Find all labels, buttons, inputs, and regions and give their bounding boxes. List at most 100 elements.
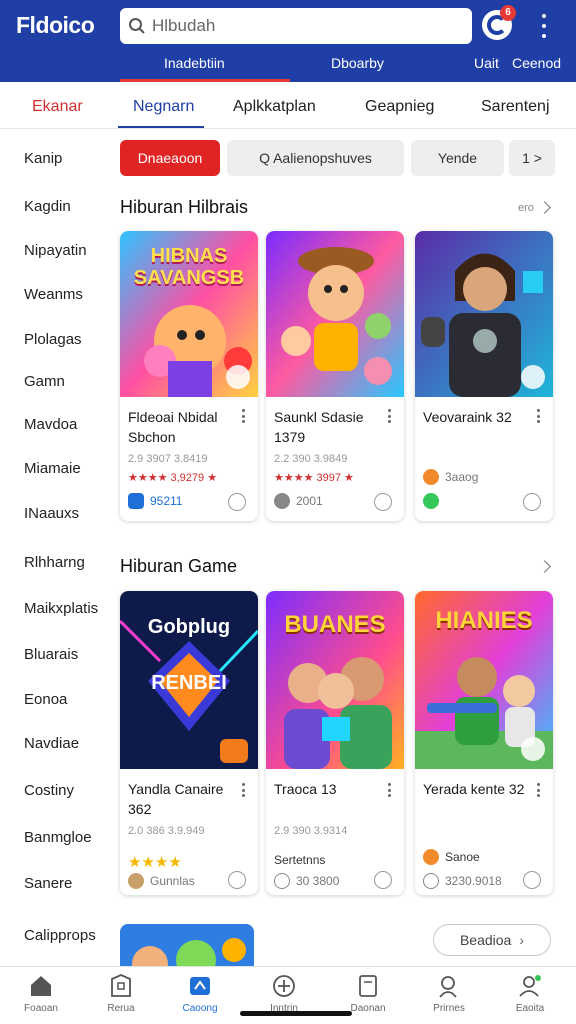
game-card[interactable]: BUANES Traoca 13 2.9 390 3.9314 Sertetnn… bbox=[266, 591, 404, 895]
sidebar-item[interactable]: Maikxplatis bbox=[24, 600, 98, 617]
profile-icon bbox=[519, 975, 541, 997]
game-thumbnail[interactable] bbox=[266, 231, 404, 397]
share-icon[interactable] bbox=[228, 493, 246, 511]
game-thumbnail[interactable]: Gobplug RENBEI bbox=[120, 591, 258, 769]
nav-item-games[interactable]: Caoong bbox=[164, 973, 236, 1014]
game-thumbnail-partial[interactable] bbox=[120, 924, 254, 972]
nav-item-home[interactable]: Foaoan bbox=[5, 973, 77, 1014]
card-footer bbox=[423, 493, 439, 509]
header-link-3[interactable]: Uait bbox=[474, 55, 499, 71]
nav-label: Rerua bbox=[107, 1003, 135, 1014]
sidebar-item[interactable]: Mavdoa bbox=[24, 416, 77, 433]
sidebar-item[interactable]: Plolagas bbox=[24, 331, 82, 348]
sidebar-item[interactable]: Navdiae bbox=[24, 735, 79, 752]
tab-5[interactable]: Sarentenj bbox=[481, 98, 550, 116]
game-thumbnail[interactable]: HIANIES bbox=[415, 591, 553, 769]
search-input[interactable] bbox=[152, 16, 452, 36]
search-box[interactable] bbox=[120, 8, 472, 44]
green-app-icon bbox=[423, 493, 439, 509]
home-indicator bbox=[240, 1011, 352, 1016]
header-link-1[interactable]: Inadebtiin bbox=[164, 55, 225, 71]
game-card[interactable]: Gobplug RENBEI Yandla Canaire 362 2.0 38… bbox=[120, 591, 258, 895]
sidebar-item[interactable]: Weanms bbox=[24, 286, 83, 303]
share-icon[interactable] bbox=[374, 871, 392, 889]
divider bbox=[0, 128, 576, 129]
nav-item-profile[interactable]: Eaoita bbox=[494, 973, 566, 1014]
footer-text: 3aaog bbox=[445, 470, 479, 484]
header-link-2[interactable]: Dboarby bbox=[331, 55, 384, 71]
app-logo[interactable]: Fldoico bbox=[16, 12, 95, 39]
share-icon[interactable] bbox=[228, 871, 246, 889]
store-icon bbox=[111, 974, 131, 997]
sidebar-item[interactable]: INaauxs bbox=[24, 505, 79, 522]
share-icon[interactable] bbox=[523, 493, 541, 511]
card-menu-icon[interactable] bbox=[242, 409, 246, 423]
tab-1[interactable]: Ekanar bbox=[32, 98, 83, 116]
card-menu-icon[interactable] bbox=[242, 783, 246, 797]
sidebar-item[interactable]: Nipayatin bbox=[24, 242, 87, 259]
game-rating: ★★★★ 3997 ★ bbox=[274, 472, 354, 484]
sidebar-item[interactable]: Sanere bbox=[24, 875, 72, 892]
book-icon bbox=[359, 975, 377, 997]
chevron-right-icon[interactable] bbox=[538, 560, 551, 573]
nav-item-6[interactable]: Prirnes bbox=[413, 973, 485, 1014]
game-title: Veovaraink 32 bbox=[423, 409, 512, 425]
game-title: Yerada kente 32 bbox=[423, 781, 525, 797]
see-more-button[interactable]: Beadioa › bbox=[433, 924, 551, 956]
game-thumbnail[interactable]: BUANES bbox=[266, 591, 404, 769]
filter-chip-active[interactable]: Dnaeaoon bbox=[120, 140, 220, 176]
sidebar-item[interactable]: Calipprops bbox=[24, 927, 96, 944]
nav-item-5[interactable]: Daonan bbox=[332, 973, 404, 1014]
game-card[interactable]: Saunkl Sdasie 1379 2.2 390 3.9849 ★★★★ 3… bbox=[266, 231, 404, 521]
game-card[interactable]: Veovaraink 32 3aaog bbox=[415, 231, 553, 521]
game-thumbnail[interactable]: HIBNAS SAVANGSB bbox=[120, 231, 258, 397]
sidebar-item[interactable]: Miamaie bbox=[24, 460, 81, 477]
compass-icon bbox=[273, 975, 295, 997]
game-card[interactable]: HIBNAS SAVANGSB Fldeoai Nbidal Sbchon 2.… bbox=[120, 231, 258, 521]
filter-chip[interactable]: Yende bbox=[411, 140, 504, 176]
sidebar-item[interactable]: Kanip bbox=[24, 150, 62, 167]
section-more-link[interactable]: ero bbox=[518, 202, 534, 214]
footer-text: Sanoe bbox=[445, 850, 480, 864]
play-icon[interactable] bbox=[226, 365, 250, 389]
play-icon[interactable] bbox=[521, 365, 545, 389]
game-meta: 2.9 390 3.9314 bbox=[274, 825, 348, 837]
game-thumbnail[interactable] bbox=[415, 231, 553, 397]
filter-chip-next[interactable]: 1 > bbox=[509, 140, 555, 176]
footer-text: Gunnlas bbox=[150, 874, 195, 888]
game-title: Saunkl Sdasie 1379 bbox=[274, 409, 364, 445]
card-footer: 2001 bbox=[274, 493, 323, 509]
sidebar-item[interactable]: Costiny bbox=[24, 782, 74, 799]
card-menu-icon[interactable] bbox=[388, 409, 392, 423]
tab-3[interactable]: Aplkkatplan bbox=[233, 98, 316, 116]
game-card[interactable]: HIANIES Yerada kente 32 Sanoe 3230.9018 bbox=[415, 591, 553, 895]
game-rating: Sertetnns bbox=[274, 853, 326, 867]
home-icon bbox=[31, 976, 51, 996]
card-menu-icon[interactable] bbox=[537, 783, 541, 797]
nav-item-4[interactable]: Inntrin bbox=[248, 973, 320, 1014]
tab-4[interactable]: Geapnieg bbox=[365, 98, 434, 116]
share-icon[interactable] bbox=[374, 493, 392, 511]
game-meta: 2.0 386 3.9.949 bbox=[128, 825, 205, 837]
clock-icon bbox=[423, 873, 439, 889]
header-link-4[interactable]: Ceenod bbox=[512, 55, 561, 71]
more-options-icon[interactable] bbox=[536, 14, 552, 38]
nav-item-2[interactable]: Rerua bbox=[85, 973, 157, 1014]
play-icon[interactable] bbox=[521, 737, 545, 761]
refresh-icon bbox=[274, 873, 290, 889]
sidebar-item[interactable]: Banmgloe bbox=[24, 829, 92, 846]
card-menu-icon[interactable] bbox=[537, 409, 541, 423]
sidebar-item[interactable]: Rlhharng bbox=[24, 554, 85, 571]
sidebar-item[interactable]: Kagdin bbox=[24, 198, 71, 215]
share-icon[interactable] bbox=[523, 871, 541, 889]
tab-2[interactable]: Negnarn bbox=[133, 98, 194, 116]
sidebar-item[interactable]: Eonoa bbox=[24, 691, 67, 708]
chevron-right-icon[interactable] bbox=[538, 201, 551, 214]
sidebar-item[interactable]: Gamn bbox=[24, 373, 65, 390]
notification-icon[interactable]: 6 bbox=[482, 5, 516, 40]
card-menu-icon[interactable] bbox=[388, 783, 392, 797]
thumbnail-title: Gobplug RENBEI bbox=[147, 616, 231, 694]
games-icon bbox=[190, 977, 210, 995]
filter-chip[interactable]: Q Aalienopshuves bbox=[227, 140, 404, 176]
sidebar-item[interactable]: Bluarais bbox=[24, 646, 78, 663]
